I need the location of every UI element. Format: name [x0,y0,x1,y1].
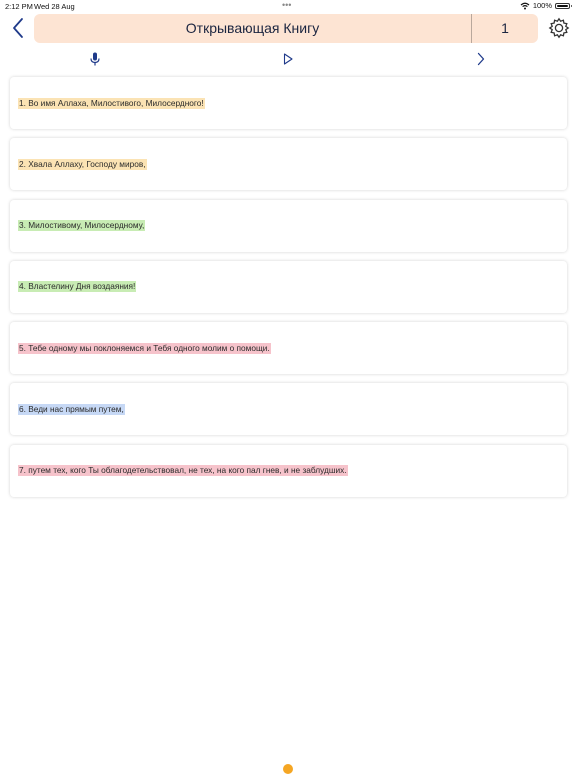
settings-button[interactable] [548,17,570,39]
verse-card[interactable]: 3. Милостивому, Милосердному, [10,199,567,252]
next-button[interactable] [472,50,490,68]
verse-card[interactable]: 4. Властелину Дня воздаяния! [10,260,567,313]
back-button[interactable] [8,15,28,41]
page-title[interactable]: Открывающая Книгу [34,14,471,43]
microphone-button[interactable] [86,50,104,68]
multitasking-dots[interactable]: ••• [282,0,291,10]
verse-text: 1. Во имя Аллаха, Милостивого, Милосердн… [18,97,205,109]
verse-text: 5. Тебе одному мы поклоняемся и Тебя одн… [18,342,271,354]
verse-text: 4. Властелину Дня воздаяния! [18,281,137,293]
play-icon [283,53,293,65]
verse-card[interactable]: 6. Веди нас прямым путем, [10,383,567,436]
play-button[interactable] [279,50,297,68]
verse-text: 3. Милостивому, Милосердному, [18,220,146,232]
status-date: Wed 28 Aug [34,2,75,11]
verse-card[interactable]: 5. Тебе одному мы поклоняемся и Тебя одн… [10,322,567,375]
chevron-right-icon [477,52,485,66]
battery-icon [555,2,572,9]
verse-text: 7. путем тех, кого Ты облагодетельствова… [18,465,348,477]
microphone-icon [90,52,100,66]
battery-percent: 100% [532,1,552,10]
verse-list: 1. Во имя Аллаха, Милостивого, Милосердн… [10,77,567,506]
status-time: 2:12 PM [5,2,33,11]
status-indicators: 100% [520,1,572,10]
verse-text: 6. Веди нас прямым путем, [18,403,125,415]
gear-icon [548,17,570,39]
verse-card[interactable]: 7. путем тех, кого Ты облагодетельствова… [10,444,567,497]
status-bar: 2:12 PM Wed 28 Aug ••• 100% [0,0,576,12]
wifi-icon [520,2,530,9]
chevron-left-icon [13,18,23,38]
bottom-indicator [283,764,293,774]
verse-card[interactable]: 2. Хвала Аллаху, Господу миров, [10,138,567,191]
chapter-number[interactable]: 1 [472,14,538,43]
title-bar: Открывающая Книгу 1 [34,14,538,43]
verse-text: 2. Хвала Аллаху, Господу миров, [18,158,147,170]
verse-card[interactable]: 1. Во имя Аллаха, Милостивого, Милосердн… [10,77,567,129]
